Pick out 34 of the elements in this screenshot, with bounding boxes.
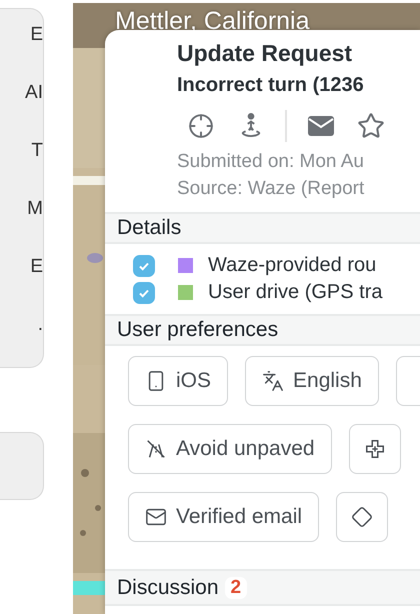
crosshair-icon <box>188 113 214 139</box>
plus-badge-icon <box>364 438 386 460</box>
preference-chip[interactable]: iOS <box>128 356 228 406</box>
map-place-label: Mettler, California <box>115 7 310 36</box>
layer-label: User drive (GPS tra <box>208 281 382 304</box>
layer-checkbox[interactable] <box>133 282 155 304</box>
translate-icon <box>262 370 284 392</box>
star-icon <box>357 112 385 140</box>
request-meta-text: Submitted on: Mon Au <box>177 150 365 174</box>
panel-title: Update Request <box>177 39 354 68</box>
layer-label: Waze-provided rou <box>208 254 376 277</box>
side-menu-label[interactable]: AI <box>25 81 43 105</box>
preference-chip[interactable]: English <box>245 356 379 406</box>
section-title: Discussion <box>117 576 219 600</box>
side-menu-label[interactable]: T <box>31 139 43 163</box>
no-road-icon <box>145 438 167 460</box>
request-meta-text: Source: Waze (Report <box>177 177 366 201</box>
side-panel <box>0 432 44 500</box>
mail-icon <box>145 506 167 528</box>
preference-chip[interactable]: Verified email <box>128 492 320 542</box>
side-menu-label[interactable]: E <box>30 23 43 47</box>
count-badge: 2 <box>224 576 248 598</box>
side-menu-label[interactable]: E <box>30 255 43 279</box>
diamond-icon <box>351 506 374 528</box>
section-title: User preferences <box>117 318 278 342</box>
section-title: Details <box>117 216 182 240</box>
preference-chip[interactable] <box>336 492 388 542</box>
layer-checkbox[interactable] <box>133 254 155 276</box>
preference-chip[interactable] <box>348 424 401 474</box>
request-subtitle: Incorrect turn (1236 <box>177 73 365 98</box>
side-menu-label[interactable]: . <box>38 313 43 337</box>
envelope-icon <box>307 114 335 138</box>
preference-chip[interactable]: Avoid unpaved <box>128 424 332 474</box>
side-menu-label[interactable]: M <box>27 197 43 221</box>
